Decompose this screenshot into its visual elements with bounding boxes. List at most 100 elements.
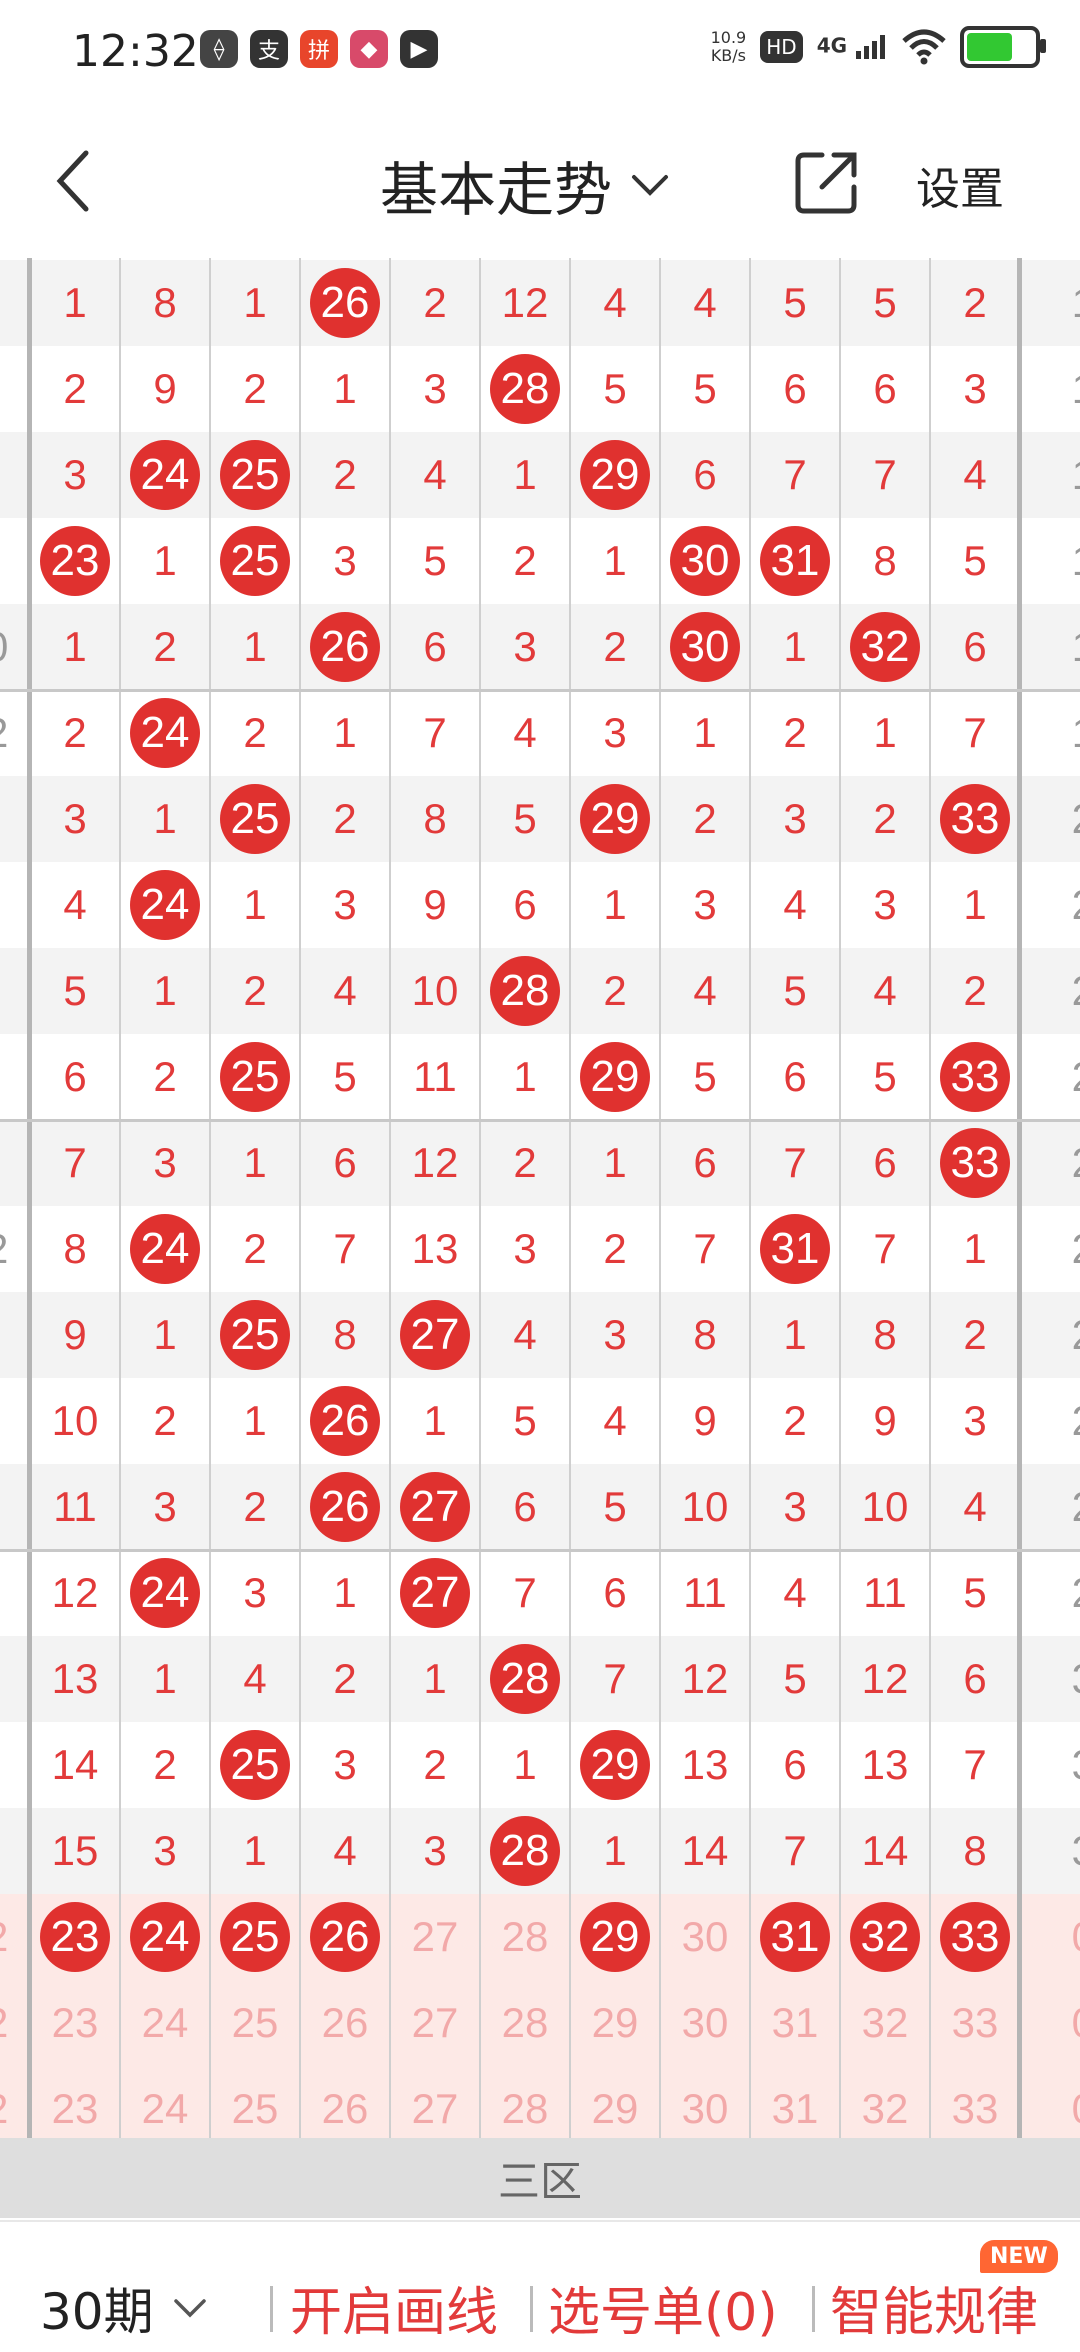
number-ball[interactable]: 24 (120, 862, 210, 948)
number-ball[interactable]: 33 (930, 1120, 1020, 1206)
miss-count[interactable]: 4 (660, 260, 750, 346)
miss-count[interactable]: 7 (930, 690, 1020, 776)
miss-count[interactable]: 2 (930, 948, 1020, 1034)
miss-count[interactable]: 3 (120, 1120, 210, 1206)
miss-count[interactable]: 12 (480, 260, 570, 346)
miss-count[interactable]: 1 (570, 862, 660, 948)
miss-count[interactable]: 26 (300, 1980, 390, 2066)
miss-count[interactable]: 2 (300, 1636, 390, 1722)
miss-count[interactable]: 11 (660, 1550, 750, 1636)
miss-count[interactable]: 13 (30, 1636, 120, 1722)
miss-count[interactable]: 5 (30, 948, 120, 1034)
miss-count[interactable]: 4 (750, 1550, 840, 1636)
miss-count[interactable]: 7 (660, 1206, 750, 1292)
number-ball[interactable]: 24 (120, 1206, 210, 1292)
miss-count[interactable]: 6 (750, 1034, 840, 1120)
miss-count[interactable]: 6 (660, 432, 750, 518)
miss-count[interactable]: 2 (120, 1722, 210, 1808)
number-ball[interactable]: 25 (210, 1292, 300, 1378)
miss-count[interactable]: 14 (30, 1722, 120, 1808)
miss-count[interactable]: 1 (390, 1636, 480, 1722)
miss-count[interactable]: 3 (390, 1808, 480, 1894)
miss-count[interactable]: 4 (300, 1808, 390, 1894)
miss-count[interactable]: 13 (390, 1206, 480, 1292)
miss-count[interactable]: 3 (120, 1464, 210, 1550)
miss-count[interactable]: 1 (120, 1292, 210, 1378)
miss-count[interactable]: 7 (390, 690, 480, 776)
miss-count[interactable]: 5 (930, 1550, 1020, 1636)
miss-count[interactable]: 3 (840, 862, 930, 948)
miss-count[interactable]: 31 (750, 1980, 840, 2066)
miss-count[interactable]: 1 (120, 518, 210, 604)
miss-count[interactable]: 8 (390, 776, 480, 862)
miss-count[interactable]: 4 (480, 1292, 570, 1378)
miss-count[interactable]: 1 (210, 604, 300, 690)
miss-count[interactable]: 9 (120, 346, 210, 432)
miss-count[interactable]: 3 (30, 432, 120, 518)
miss-count[interactable]: 6 (840, 346, 930, 432)
miss-count[interactable]: 1 (570, 1808, 660, 1894)
miss-count[interactable]: 8 (120, 260, 210, 346)
miss-count[interactable]: 2 (120, 1034, 210, 1120)
miss-count[interactable]: 6 (480, 1464, 570, 1550)
number-ball[interactable]: 27 (390, 1292, 480, 1378)
miss-count[interactable]: 3 (30, 776, 120, 862)
number-ball[interactable]: 25 (210, 1034, 300, 1120)
miss-count[interactable]: 2 (30, 690, 120, 776)
miss-count[interactable]: 3 (570, 690, 660, 776)
miss-count[interactable]: 9 (660, 1378, 750, 1464)
number-ball[interactable]: 24 (120, 1550, 210, 1636)
miss-count[interactable]: 6 (930, 1636, 1020, 1722)
miss-count[interactable]: 3 (300, 1722, 390, 1808)
miss-count[interactable]: 27 (390, 1894, 480, 1980)
miss-count[interactable]: 10 (660, 1464, 750, 1550)
miss-count[interactable]: 2 (390, 1722, 480, 1808)
miss-count[interactable]: 1 (30, 604, 120, 690)
miss-count[interactable]: 28 (480, 1894, 570, 1980)
miss-count[interactable]: 2 (120, 1378, 210, 1464)
number-ball[interactable]: 26 (300, 260, 390, 346)
miss-count[interactable]: 14 (660, 1808, 750, 1894)
miss-count[interactable]: 4 (480, 690, 570, 776)
miss-count[interactable]: 6 (30, 1034, 120, 1120)
miss-count[interactable]: 2 (480, 518, 570, 604)
miss-count[interactable]: 9 (840, 1378, 930, 1464)
number-ball[interactable]: 29 (570, 1034, 660, 1120)
number-ball[interactable]: 31 (750, 518, 840, 604)
miss-count[interactable]: 1 (300, 346, 390, 432)
miss-count[interactable]: 5 (840, 260, 930, 346)
miss-count[interactable]: 4 (930, 432, 1020, 518)
number-ball[interactable]: 31 (750, 1206, 840, 1292)
number-ball[interactable]: 29 (570, 1894, 660, 1980)
miss-count[interactable]: 1 (930, 862, 1020, 948)
miss-count[interactable]: 6 (480, 862, 570, 948)
miss-count[interactable]: 2 (300, 776, 390, 862)
miss-count[interactable]: 2 (840, 776, 930, 862)
miss-count[interactable]: 5 (480, 776, 570, 862)
miss-count[interactable]: 4 (30, 862, 120, 948)
miss-count[interactable]: 1 (300, 1550, 390, 1636)
number-ball[interactable]: 24 (120, 690, 210, 776)
miss-count[interactable]: 1 (120, 948, 210, 1034)
miss-count[interactable]: 1 (300, 690, 390, 776)
number-ball[interactable]: 25 (210, 1894, 300, 1980)
miss-count[interactable]: 2 (390, 260, 480, 346)
miss-count[interactable]: 6 (840, 1120, 930, 1206)
miss-count[interactable]: 6 (570, 1550, 660, 1636)
miss-count[interactable]: 3 (300, 518, 390, 604)
miss-count[interactable]: 23 (30, 1980, 120, 2066)
miss-count[interactable]: 30 (660, 1980, 750, 2066)
miss-count[interactable]: 8 (660, 1292, 750, 1378)
period-selector[interactable]: 30期 (40, 2272, 208, 2344)
miss-count[interactable]: 3 (750, 1464, 840, 1550)
miss-count[interactable]: 4 (930, 1464, 1020, 1550)
miss-count[interactable]: 1 (570, 1120, 660, 1206)
smart-pattern-button[interactable]: 智能规律 (830, 2270, 1038, 2345)
miss-count[interactable]: 5 (480, 1378, 570, 1464)
miss-count[interactable]: 2 (210, 948, 300, 1034)
miss-count[interactable]: 6 (750, 346, 840, 432)
miss-count[interactable]: 3 (930, 346, 1020, 432)
miss-count[interactable]: 1 (480, 432, 570, 518)
miss-count[interactable]: 4 (570, 1378, 660, 1464)
miss-count[interactable]: 2 (570, 604, 660, 690)
